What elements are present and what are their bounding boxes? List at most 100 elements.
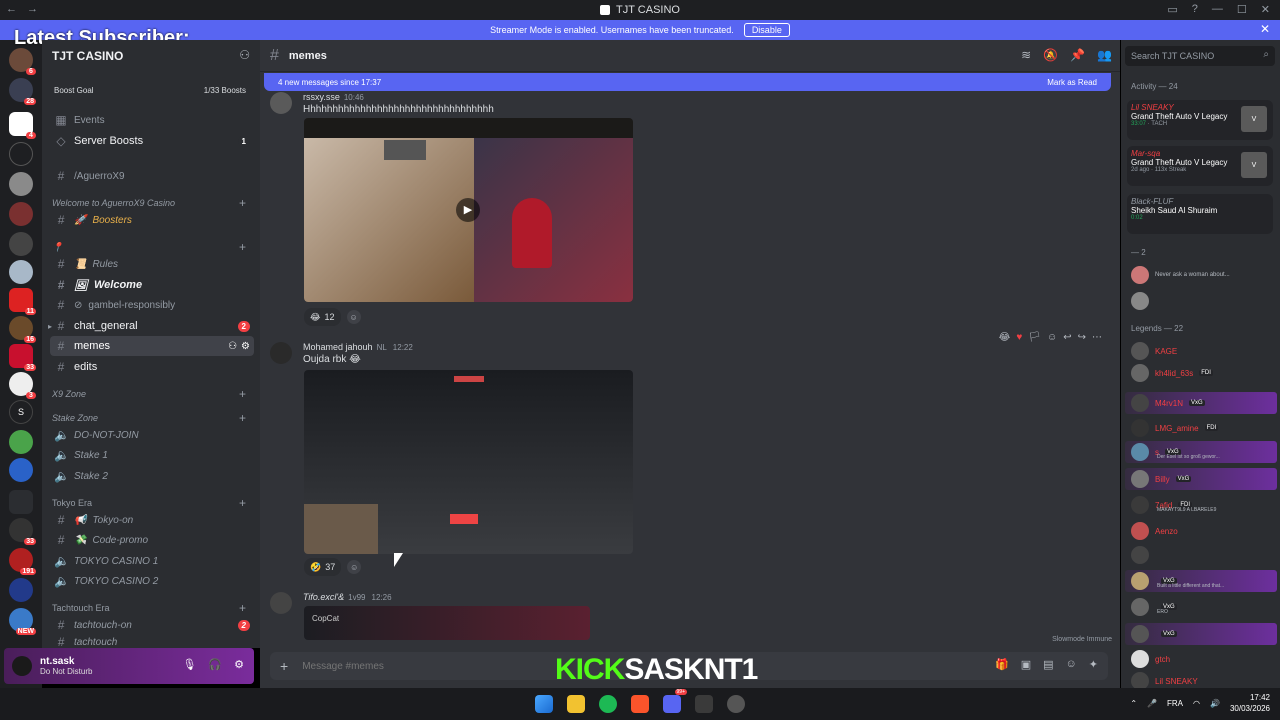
- member-row[interactable]: Never ask a woman about...: [1125, 264, 1277, 286]
- forward-arrow-icon[interactable]: →: [27, 3, 38, 15]
- avatar[interactable]: [12, 656, 32, 676]
- app-icon[interactable]: [727, 695, 745, 713]
- server-icon[interactable]: [9, 172, 33, 196]
- member-row[interactable]: KAGE: [1125, 340, 1277, 362]
- image-embed[interactable]: CopCat: [304, 606, 590, 640]
- microphone-icon[interactable]: 🎙: [182, 658, 196, 671]
- video-embed[interactable]: [304, 370, 633, 554]
- server-icon[interactable]: [9, 458, 33, 482]
- category-pin[interactable]: 📍 +: [52, 239, 252, 255]
- gif-icon[interactable]: ▣: [1021, 658, 1031, 671]
- server-icon[interactable]: [9, 232, 33, 256]
- banner-close-icon[interactable]: ✕: [1260, 22, 1270, 36]
- video-embed[interactable]: ▶: [304, 118, 633, 302]
- invite-icon[interactable]: ⚇: [228, 341, 237, 352]
- new-messages-bar[interactable]: 4 new messages since 17:37 Mark as Read: [264, 73, 1111, 91]
- settings-gear-icon[interactable]: ⚙: [241, 341, 250, 352]
- avatar[interactable]: [270, 592, 292, 614]
- member-row[interactable]: gtch: [1125, 648, 1277, 670]
- member-row[interactable]: [1125, 544, 1277, 566]
- tray-chevron-icon[interactable]: ⌃: [1130, 699, 1137, 708]
- brave-browser-icon[interactable]: [631, 695, 649, 713]
- member-row[interactable]: Billy VxG: [1125, 468, 1277, 490]
- message-author[interactable]: Tifo.excl'&: [303, 592, 344, 602]
- server-icon[interactable]: 4: [9, 112, 36, 139]
- category-x9-zone[interactable]: X9 Zone +: [52, 386, 252, 402]
- server-icon[interactable]: 11: [9, 288, 36, 315]
- maximize-icon[interactable]: ☐: [1237, 3, 1247, 16]
- avatar[interactable]: [270, 92, 292, 114]
- sticker-icon[interactable]: ▤: [1043, 658, 1053, 671]
- activity-card[interactable]: Lil SNEAKY Grand Theft Auto V Legacy 33:…: [1127, 100, 1273, 140]
- server-icon[interactable]: 28: [9, 78, 36, 105]
- category-tokyo-era[interactable]: Tokyo Era +: [52, 495, 252, 511]
- avatar[interactable]: [270, 342, 292, 364]
- channel-edits[interactable]: # edits: [50, 357, 254, 377]
- member-row[interactable]: 7afid FDI MAKAYT9L9 A LBARELE9: [1125, 494, 1277, 516]
- spotify-icon[interactable]: [599, 695, 617, 713]
- add-reaction-icon[interactable]: ☺: [346, 310, 361, 324]
- events-item[interactable]: ▦ Events: [50, 110, 254, 130]
- inbox-icon[interactable]: ▭: [1167, 3, 1177, 16]
- server-boosts-item[interactable]: ◇ Server Boosts 1: [50, 131, 254, 151]
- volume-icon[interactable]: 🔊: [1210, 699, 1220, 708]
- add-channel-icon[interactable]: +: [239, 496, 246, 510]
- discord-icon[interactable]: 99+: [663, 689, 687, 713]
- member-row[interactable]: VxG ERO: [1125, 596, 1277, 618]
- category-welcome[interactable]: Welcome to AguerroX9 Casino +: [52, 195, 252, 211]
- attach-plus-icon[interactable]: +: [280, 658, 288, 674]
- minimize-icon[interactable]: —: [1212, 3, 1223, 16]
- server-icon[interactable]: 6: [9, 48, 36, 75]
- reaction-laugh[interactable]: 🤣 37: [304, 558, 342, 576]
- disable-button[interactable]: Disable: [743, 23, 790, 37]
- store-icon[interactable]: [695, 695, 713, 713]
- pin-icon[interactable]: 📌: [1070, 48, 1085, 62]
- server-icon[interactable]: 191: [9, 548, 36, 575]
- member-row[interactable]: s VxG Der Esel ist so groß gewor...: [1125, 441, 1277, 463]
- file-explorer-icon[interactable]: [567, 695, 585, 713]
- member-row[interactable]: VxG Built a little different and that...: [1125, 570, 1277, 592]
- clock[interactable]: 17:42 30/03/2026: [1230, 692, 1270, 714]
- channel-tachtouch[interactable]: # tachtouch: [50, 636, 254, 648]
- channel-code-promo[interactable]: # 💸 Code-promo: [50, 530, 254, 550]
- message-author[interactable]: rssxy.sse: [303, 92, 340, 102]
- user-panel[interactable]: nt.sask Do Not Disturb 🎙 🎧 ⚙: [4, 648, 254, 684]
- threads-icon[interactable]: ≋: [1021, 48, 1031, 62]
- voice-tokyo-casino-2[interactable]: 🔈 TOKYO CASINO 2: [50, 571, 254, 591]
- mark-as-read-button[interactable]: Mark as Read: [1047, 78, 1097, 87]
- server-header[interactable]: TJT CASINO ⚇: [42, 40, 260, 72]
- invite-people-icon[interactable]: ⚇: [239, 48, 250, 62]
- server-icon[interactable]: 33: [9, 518, 36, 545]
- gift-icon[interactable]: 🎁: [995, 658, 1009, 671]
- close-icon[interactable]: ✕: [1261, 3, 1270, 16]
- server-icon[interactable]: [9, 578, 33, 602]
- channel-memes[interactable]: # memes ⚇ ⚙: [50, 336, 254, 356]
- wifi-icon[interactable]: ◠: [1193, 699, 1200, 708]
- channel-gambel[interactable]: # ⊘ gambel-responsibly: [50, 295, 254, 315]
- emoji-icon[interactable]: ☺: [1066, 658, 1077, 671]
- server-icon[interactable]: [9, 260, 33, 284]
- add-channel-icon[interactable]: +: [239, 411, 246, 425]
- help-icon[interactable]: ?: [1192, 3, 1198, 16]
- settings-gear-icon[interactable]: ⚙: [234, 658, 244, 671]
- play-icon[interactable]: ▶: [456, 198, 480, 222]
- notification-bell-icon[interactable]: 🔕: [1043, 48, 1058, 62]
- member-row[interactable]: M4rv1N VxG: [1125, 392, 1277, 414]
- add-channel-icon[interactable]: +: [239, 196, 246, 210]
- channel-tachtouch-on[interactable]: # tachtouch-on 2: [50, 615, 254, 635]
- server-icon[interactable]: 16: [9, 316, 36, 343]
- add-channel-icon[interactable]: +: [239, 601, 246, 615]
- add-reaction-icon[interactable]: ☺: [347, 560, 362, 574]
- member-row[interactable]: LMG_amine FDI: [1125, 417, 1277, 439]
- server-icon[interactable]: 3: [9, 372, 36, 399]
- microphone-icon[interactable]: 🎤: [1147, 699, 1157, 708]
- add-channel-icon[interactable]: +: [239, 387, 246, 401]
- language-indicator[interactable]: FRA: [1167, 699, 1183, 708]
- windows-start-icon[interactable]: [535, 695, 553, 713]
- back-arrow-icon[interactable]: ←: [6, 3, 17, 15]
- server-icon[interactable]: S: [9, 400, 33, 424]
- server-icon[interactable]: [9, 430, 33, 454]
- add-channel-icon[interactable]: +: [239, 240, 246, 254]
- category-tachtouch-era[interactable]: Tachtouch Era +: [52, 600, 252, 616]
- headphones-icon[interactable]: 🎧: [208, 658, 222, 671]
